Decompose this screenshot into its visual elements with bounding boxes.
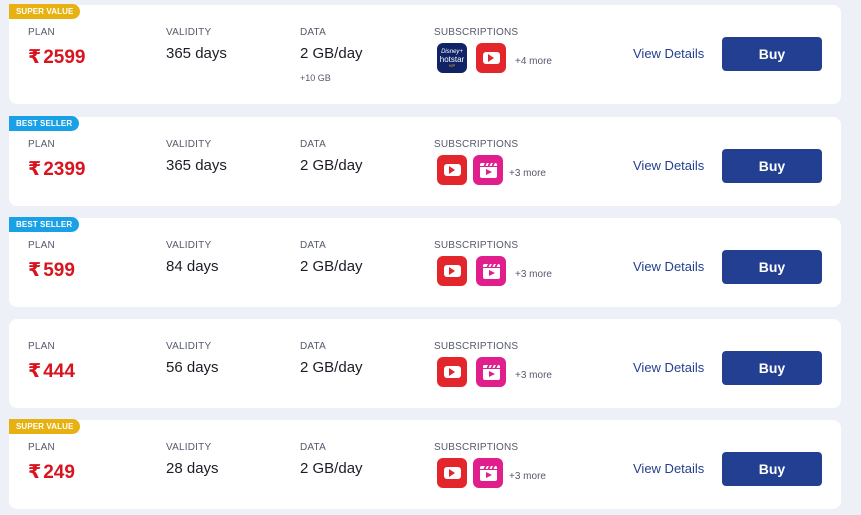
validity-label: VALIDITY: [166, 27, 212, 38]
more-subscriptions: +3 more: [515, 269, 552, 280]
data-label: DATA: [300, 27, 326, 38]
rupee-icon: ₹: [28, 361, 42, 382]
plan-label: PLAN: [28, 442, 55, 453]
price-value: 249: [43, 462, 75, 483]
view-details-link[interactable]: View Details: [633, 158, 704, 173]
subscriptions-label: SUBSCRIPTIONS: [434, 341, 519, 352]
validity-label: VALIDITY: [166, 139, 212, 150]
buy-button[interactable]: Buy: [722, 37, 822, 71]
validity-label: VALIDITY: [166, 442, 212, 453]
more-subscriptions: +3 more: [509, 471, 546, 482]
validity-value: 56 days: [166, 359, 219, 376]
data-value: 2 GB/day: [300, 45, 363, 62]
film-icon: [476, 357, 506, 387]
price-value: 444: [43, 361, 75, 382]
plan-card: BEST SELLER PLAN VALIDITY DATA SUBSCRIPT…: [9, 116, 841, 206]
plan-price: ₹599: [28, 259, 75, 282]
data-value: 2 GB/day: [300, 258, 363, 275]
price-value: 2599: [43, 47, 86, 68]
validity-label: VALIDITY: [166, 341, 212, 352]
data-value: 2 GB/day: [300, 359, 363, 376]
super-value-badge: SUPER VALUE: [9, 419, 81, 434]
youtube-icon: [437, 155, 467, 185]
plan-label: PLAN: [28, 139, 55, 150]
data-value: 2 GB/day: [300, 157, 363, 174]
subscriptions-label: SUBSCRIPTIONS: [434, 442, 519, 453]
extra-data-value: +10 GB: [300, 73, 331, 83]
film-icon: [476, 256, 506, 286]
view-details-link[interactable]: View Details: [633, 461, 704, 476]
hotstar-icon: Disney+ hotstar VIP: [437, 43, 467, 73]
plan-price: ₹2599: [28, 46, 86, 69]
best-seller-badge: BEST SELLER: [9, 116, 80, 131]
subscriptions-label: SUBSCRIPTIONS: [434, 139, 519, 150]
data-label: DATA: [300, 442, 326, 453]
film-icon: [473, 458, 503, 488]
validity-label: VALIDITY: [166, 240, 212, 251]
validity-value: 365 days: [166, 45, 227, 62]
buy-button[interactable]: Buy: [722, 452, 822, 486]
youtube-icon: [437, 458, 467, 488]
youtube-icon: [476, 43, 506, 73]
best-seller-badge: BEST SELLER: [9, 217, 80, 232]
hotstar-logo-line: VIP: [448, 62, 456, 68]
view-details-link[interactable]: View Details: [633, 46, 704, 61]
data-label: DATA: [300, 139, 326, 150]
validity-value: 365 days: [166, 157, 227, 174]
plan-price: ₹444: [28, 360, 75, 383]
validity-value: 84 days: [166, 258, 219, 275]
plan-list: SUPER VALUE PLAN VALIDITY DATA SUBSCRIPT…: [0, 0, 861, 515]
rupee-icon: ₹: [28, 462, 42, 483]
rupee-icon: ₹: [28, 260, 42, 281]
plan-card: SUPER VALUE PLAN VALIDITY DATA SUBSCRIPT…: [9, 4, 841, 104]
view-details-link[interactable]: View Details: [633, 259, 704, 274]
price-value: 2399: [43, 159, 86, 180]
data-value: 2 GB/day: [300, 460, 363, 477]
plan-price: ₹249: [28, 461, 75, 484]
plan-card: SUPER VALUE PLAN VALIDITY DATA SUBSCRIPT…: [9, 419, 841, 509]
plan-label: PLAN: [28, 240, 55, 251]
buy-button[interactable]: Buy: [722, 351, 822, 385]
rupee-icon: ₹: [28, 47, 42, 68]
data-label: DATA: [300, 240, 326, 251]
more-subscriptions: +3 more: [515, 370, 552, 381]
super-value-badge: SUPER VALUE: [9, 4, 81, 19]
plan-label: PLAN: [28, 27, 55, 38]
subscriptions-label: SUBSCRIPTIONS: [434, 27, 519, 38]
plan-label: PLAN: [28, 341, 55, 352]
plan-price: ₹2399: [28, 158, 86, 181]
subscriptions-label: SUBSCRIPTIONS: [434, 240, 519, 251]
youtube-icon: [437, 357, 467, 387]
validity-value: 28 days: [166, 460, 219, 477]
more-subscriptions: +4 more: [515, 56, 552, 67]
more-subscriptions: +3 more: [509, 168, 546, 179]
data-label: DATA: [300, 341, 326, 352]
plan-card: BEST SELLER PLAN VALIDITY DATA SUBSCRIPT…: [9, 217, 841, 307]
youtube-icon: [437, 256, 467, 286]
film-icon: [473, 155, 503, 185]
plan-card: PLAN VALIDITY DATA SUBSCRIPTIONS ₹444 56…: [9, 319, 841, 408]
buy-button[interactable]: Buy: [722, 250, 822, 284]
price-value: 599: [43, 260, 75, 281]
buy-button[interactable]: Buy: [722, 149, 822, 183]
rupee-icon: ₹: [28, 159, 42, 180]
view-details-link[interactable]: View Details: [633, 360, 704, 375]
